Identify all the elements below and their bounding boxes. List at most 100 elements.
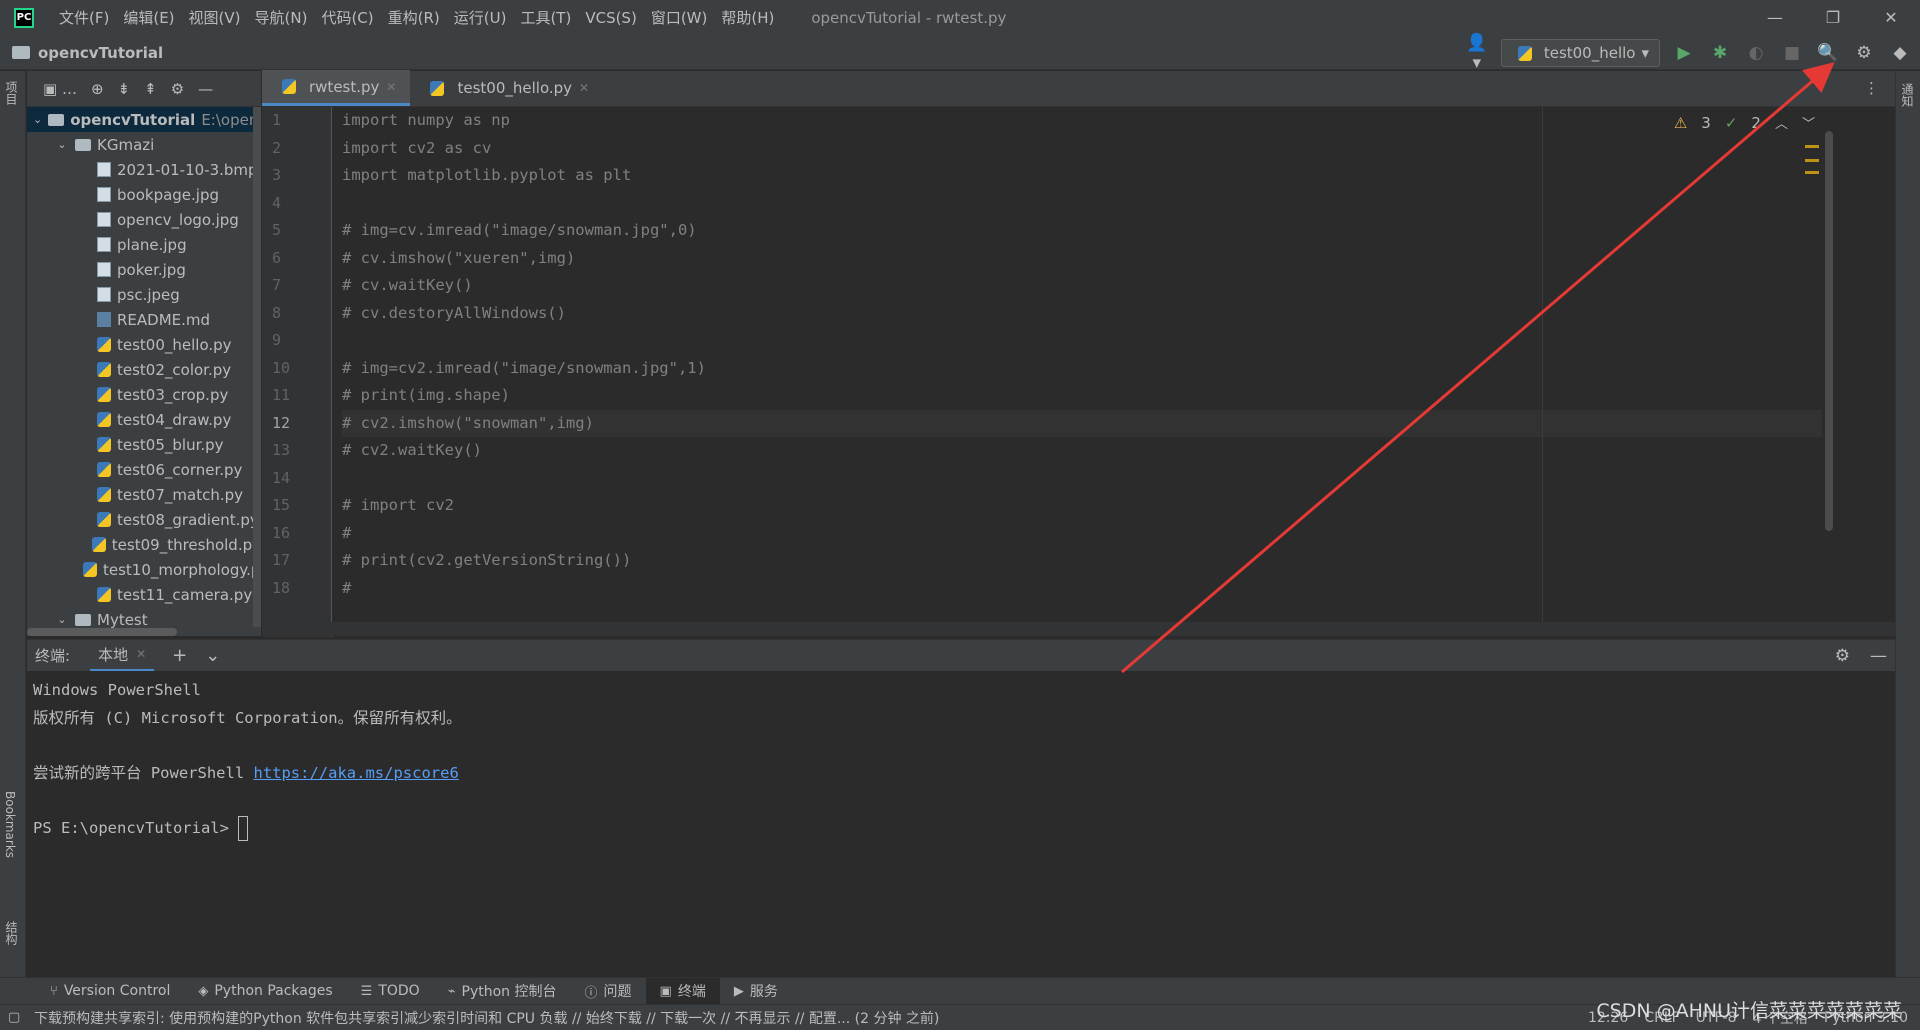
tree-folder[interactable]: ⌄ KGmazi xyxy=(27,132,261,157)
inspection-widget[interactable]: ⚠ 3 ✓ 2 ︿ ﹀ xyxy=(1674,113,1815,133)
close-icon[interactable]: ✕ xyxy=(136,647,146,661)
close-icon[interactable]: ✕ xyxy=(386,80,396,94)
chevron-down-icon[interactable]: ⌄ xyxy=(33,113,42,126)
user-icon[interactable]: 👤▾ xyxy=(1465,33,1489,73)
tree-file[interactable]: test02_color.py xyxy=(27,357,261,382)
error-stripe-marker[interactable] xyxy=(1805,159,1819,162)
chevron-down-icon[interactable]: ⌄ xyxy=(55,138,69,151)
code-line[interactable]: # img=cv2.imread("image/snowman.jpg",1) xyxy=(342,355,1822,383)
menu-item[interactable]: 视图(V) xyxy=(182,0,248,36)
code-line[interactable]: # xyxy=(342,575,1822,603)
tree-file[interactable]: test04_draw.py xyxy=(27,407,261,432)
close-icon[interactable]: ✕ xyxy=(579,81,589,95)
code-line[interactable]: # print(cv2.getVersionString()) xyxy=(342,547,1822,575)
status-toggle-icon[interactable]: ▢ xyxy=(8,1010,20,1025)
tree-file[interactable]: test10_morphology.py xyxy=(27,557,261,582)
notifications-tool-tab[interactable]: 通知 xyxy=(1899,83,1916,107)
menu-item[interactable]: 运行(U) xyxy=(447,0,514,36)
code-line[interactable] xyxy=(342,465,1822,493)
code-line[interactable]: import matplotlib.pyplot as plt xyxy=(342,162,1822,190)
close-icon[interactable]: ✕ xyxy=(1862,0,1920,36)
more-icon[interactable]: ⋮ xyxy=(1864,70,1879,106)
search-icon[interactable]: 🔍 xyxy=(1816,43,1840,63)
tree-file[interactable]: 2021-01-10-3.bmp xyxy=(27,157,261,182)
locate-icon[interactable]: ⊕ xyxy=(91,80,104,98)
tool-window-button[interactable]: ◈ Python Packages xyxy=(184,978,346,1005)
menu-item[interactable]: 窗口(W) xyxy=(644,0,715,36)
stop-icon[interactable]: ■ xyxy=(1780,43,1804,63)
settings-icon[interactable]: ⚙ xyxy=(1852,43,1876,63)
jetbrains-toolbox-icon[interactable]: ◆ xyxy=(1888,43,1912,63)
breadcrumb-project[interactable]: opencvTutorial xyxy=(38,44,163,62)
code-line[interactable]: # cv2.waitKey() xyxy=(342,437,1822,465)
tree-file[interactable]: test06_corner.py xyxy=(27,457,261,482)
menu-item[interactable]: 重构(R) xyxy=(381,0,447,36)
chevron-down-icon[interactable]: ﹀ xyxy=(1802,113,1815,132)
terminal-output[interactable]: Windows PowerShell 版权所有 (C) Microsoft Cor… xyxy=(27,671,1895,976)
terminal-tab-local[interactable]: 本地 ✕ xyxy=(90,640,155,672)
menu-item[interactable]: 编辑(E) xyxy=(116,0,181,36)
tool-window-button[interactable]: ⑂ Version Control xyxy=(36,978,184,1005)
run-config-select[interactable]: test00_hello ▾ xyxy=(1500,39,1660,67)
add-terminal-icon[interactable]: + xyxy=(172,645,187,666)
tree-file[interactable]: README.md xyxy=(27,307,261,332)
code-line[interactable]: # cv.imshow("xueren",img) xyxy=(342,245,1822,273)
tree-file[interactable]: bookpage.jpg xyxy=(27,182,261,207)
tree-file[interactable]: test00_hello.py xyxy=(27,332,261,357)
tool-window-button[interactable]: ▶ 服务 xyxy=(720,978,792,1005)
code-line[interactable] xyxy=(342,327,1822,355)
collapse-all-icon[interactable]: ⇞ xyxy=(144,80,157,98)
project-view-icon[interactable]: ▣ … xyxy=(43,80,77,98)
code-line[interactable]: # xyxy=(342,520,1822,548)
code-line[interactable]: # img=cv.imread("image/snowman.jpg",0) xyxy=(342,217,1822,245)
menu-item[interactable]: VCS(S) xyxy=(578,0,643,36)
project-tool-tab[interactable]: 项目 xyxy=(3,81,20,105)
coverage-icon[interactable]: ◐ xyxy=(1744,43,1768,63)
editor-tab[interactable]: rwtest.py ✕ xyxy=(262,70,411,106)
menu-item[interactable]: 代码(C) xyxy=(314,0,380,36)
editor-scrollbar[interactable] xyxy=(1825,131,1833,531)
menu-item[interactable]: 帮助(H) xyxy=(714,0,781,36)
error-stripe-marker[interactable] xyxy=(1805,145,1819,148)
tree-scrollbar-vertical[interactable] xyxy=(253,107,261,627)
code-line[interactable]: # import cv2 xyxy=(342,492,1822,520)
debug-icon[interactable]: ✱ xyxy=(1708,43,1732,63)
tool-window-button[interactable]: ⓘ 问题 xyxy=(571,978,646,1005)
chevron-up-icon[interactable]: ︿ xyxy=(1775,113,1788,132)
gear-icon[interactable]: ⚙ xyxy=(171,80,184,98)
error-stripe-marker[interactable] xyxy=(1805,171,1819,174)
tree-file[interactable]: poker.jpg xyxy=(27,257,261,282)
tree-file[interactable]: test07_match.py xyxy=(27,482,261,507)
pycharm-logo-icon[interactable]: PC xyxy=(14,8,34,28)
code-line[interactable]: # cv2.imshow("snowman",img) xyxy=(342,409,1822,437)
menu-item[interactable]: 文件(F) xyxy=(52,0,116,36)
settings-icon[interactable]: ⚙ xyxy=(1835,646,1850,666)
code-line[interactable]: # print(img.shape) xyxy=(342,382,1822,410)
hide-panel-icon[interactable]: — xyxy=(198,80,213,98)
tree-file[interactable]: plane.jpg xyxy=(27,232,261,257)
restore-icon[interactable]: ❐ xyxy=(1804,0,1862,36)
chevron-down-icon[interactable]: ⌄ xyxy=(205,645,220,666)
structure-tool-tab[interactable]: 结构 xyxy=(3,921,20,945)
status-message[interactable]: 下载预构建共享索引: 使用预构建的Python 软件包共享索引减少索引时间和 C… xyxy=(34,1008,939,1028)
tree-file[interactable]: test09_threshold.py xyxy=(27,532,261,557)
tree-folder[interactable]: ⌄opencvTutorialE:\opencvTutorial xyxy=(27,107,261,132)
tool-window-button[interactable]: ▣ 终端 xyxy=(645,977,720,1005)
tree-file[interactable]: test08_gradient.py xyxy=(27,507,261,532)
menu-item[interactable]: 工具(T) xyxy=(513,0,578,36)
hide-panel-icon[interactable]: — xyxy=(1870,646,1887,666)
minimize-icon[interactable]: — xyxy=(1746,0,1804,36)
code-line[interactable]: # cv.waitKey() xyxy=(342,272,1822,300)
tool-window-button[interactable]: ⌁ Python 控制台 xyxy=(434,978,571,1005)
tree-file[interactable]: opencv_logo.jpg xyxy=(27,207,261,232)
code-line[interactable] xyxy=(342,190,1822,218)
bookmarks-tool-tab[interactable]: Bookmarks xyxy=(3,791,17,858)
code-lines[interactable]: import numpy as np import cv2 as cv import… xyxy=(342,107,1822,602)
menu-item[interactable]: 导航(N) xyxy=(248,0,315,36)
code-line[interactable]: import cv2 as cv xyxy=(342,135,1822,163)
code-line[interactable]: import numpy as np xyxy=(342,107,1822,135)
tree-file[interactable]: psc.jpeg xyxy=(27,282,261,307)
code-editor[interactable]: 1 2 3 4 5 6 7 8 9 10 11 12 13 14 15 16 17 18 import numpy… xyxy=(262,107,1895,637)
tree-file[interactable]: test03_crop.py xyxy=(27,382,261,407)
editor-horizontal-scroll[interactable] xyxy=(262,622,1895,636)
